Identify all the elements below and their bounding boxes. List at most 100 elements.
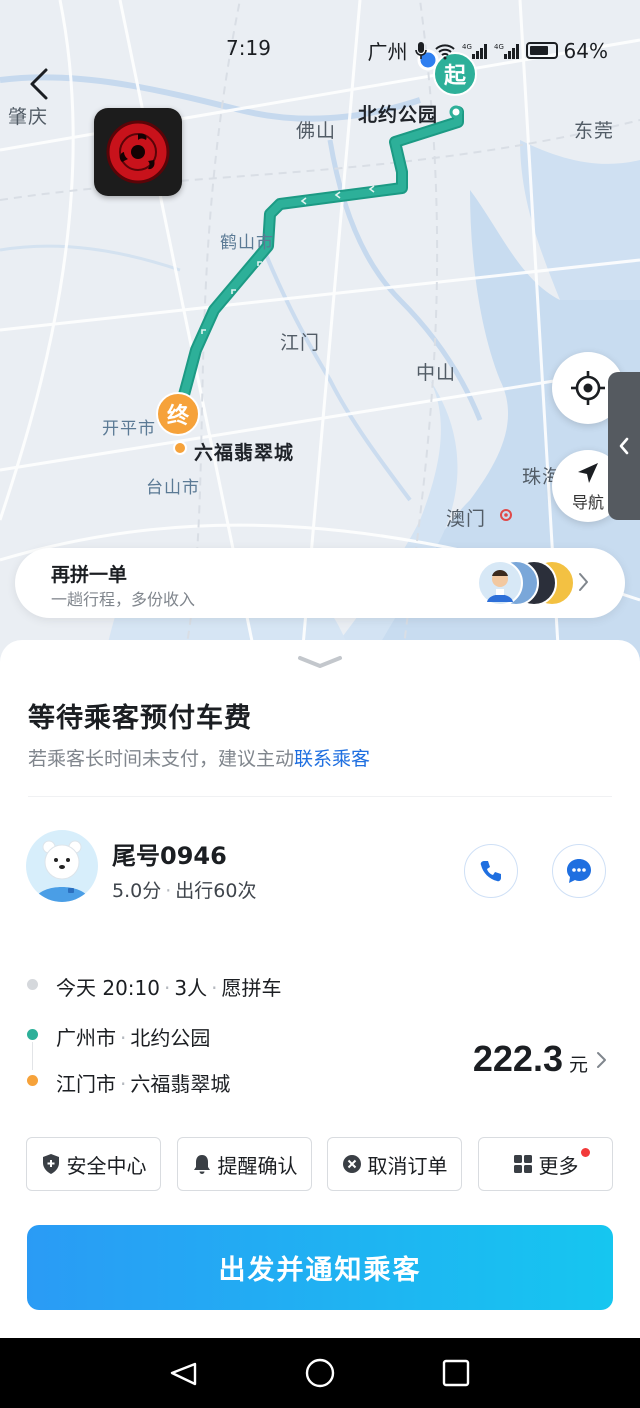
trip-mode: 愿拼车 (221, 976, 282, 1000)
passenger-meta: 5.0分 · 出行60次 (112, 876, 256, 903)
shield-icon (42, 1154, 59, 1174)
close-circle-icon (342, 1155, 361, 1173)
crosshair-icon (571, 371, 605, 405)
chat-icon (567, 859, 591, 883)
safety-center-button[interactable]: 安全中心 (26, 1137, 161, 1191)
destination-place: 六福翡翠城 (130, 1072, 231, 1096)
carpool-subtitle: 一趟行程，多份收入 (51, 590, 196, 609)
fare-price[interactable]: 222.3 元 (473, 1038, 610, 1080)
system-nav-icons (170, 1358, 470, 1388)
end-place-label: 六福翡翠城 (194, 442, 295, 464)
fare-amount: 222.3 (472, 1038, 563, 1079)
battery-level: 64% (563, 38, 608, 63)
passenger-name: 尾号0946 (112, 842, 227, 870)
carpool-title: 再拼一单 (51, 564, 128, 586)
origin-place: 北约公园 (130, 1026, 211, 1050)
status-time: 7:19 (226, 36, 271, 60)
avatar (477, 560, 523, 606)
carpool-card[interactable]: 再拼一单 一趟行程，多份收入 (15, 548, 625, 618)
end-marker-text: 终 (166, 404, 189, 429)
start-place-label: 北约公园 (358, 104, 439, 126)
destination-city: 江门市 (56, 1072, 116, 1096)
end-marker: 终 (156, 392, 200, 436)
app-logo (94, 108, 182, 196)
time-bullet (27, 979, 38, 990)
separator-dot: · (165, 880, 172, 902)
signal-icon: 4G (462, 43, 487, 59)
chevron-left-icon (619, 437, 629, 455)
bell-icon (193, 1155, 210, 1174)
more-label: 更多 (538, 1153, 579, 1178)
system-navigation-bar (0, 1338, 640, 1408)
separator-dot: · (120, 1026, 127, 1050)
carpool-avatars (477, 560, 575, 606)
driver-avatar-icon (487, 570, 513, 602)
contact-passenger-link[interactable]: 联系乘客 (294, 748, 370, 770)
bear-avatar-icon (34, 840, 90, 902)
chevron-right-icon (597, 1052, 606, 1068)
map-label-foshan: 佛山 (296, 120, 337, 142)
navigation-arrow-icon (578, 463, 598, 483)
origin-bullet (27, 1029, 38, 1040)
grid-icon (513, 1155, 532, 1173)
microphone-icon (414, 41, 427, 59)
separator-dot: · (120, 1072, 127, 1096)
remind-confirm-button[interactable]: 提醒确认 (177, 1137, 312, 1191)
destination-bullet (27, 1075, 38, 1086)
fare-unit: 元 (568, 1054, 588, 1076)
wifi-icon (434, 43, 455, 59)
back-triangle-icon[interactable] (170, 1362, 197, 1386)
passenger-trips: 出行60次 (175, 880, 257, 902)
map-label-taishan: 台山市 (146, 478, 200, 498)
passenger-rating: 5.0分 (112, 880, 162, 902)
page-title: 等待乘客预付车费 (28, 703, 252, 734)
sheet-subtitle: 若乘客长时间未支付，建议主动联系乘客 (28, 744, 370, 771)
map-label-zhaoqing: 肇庆 (8, 106, 49, 128)
separator-dot: · (211, 976, 218, 1000)
origin-row: 广州市 · 北约公园 (56, 1022, 210, 1051)
phone-icon (480, 861, 501, 882)
cancel-order-button[interactable]: 取消订单 (327, 1137, 462, 1191)
depart-notify-button[interactable]: 出发并通知乘客 (27, 1225, 613, 1310)
navigation-label: 导航 (571, 493, 604, 512)
map-label-dongguan: 东莞 (574, 120, 615, 142)
recents-square-icon[interactable] (442, 1359, 470, 1387)
origin-city: 广州市 (56, 1026, 116, 1050)
map-label-macau: 澳门 (446, 508, 487, 530)
back-button[interactable] (24, 64, 56, 104)
more-button[interactable]: 更多 (478, 1137, 613, 1191)
notification-dot (581, 1148, 590, 1157)
carrier-label: 广州 (367, 40, 408, 64)
trip-people: 3人 (174, 976, 208, 1000)
map-label-jiangmen: 江门 (280, 332, 321, 354)
divider (28, 796, 612, 797)
svg-text:4G: 4G (462, 43, 472, 51)
map-label-zhongshan: 中山 (416, 362, 457, 384)
order-bottom-sheet: 等待乘客预付车费 若乘客长时间未支付，建议主动联系乘客 尾号0946 5.0分 ·… (0, 640, 640, 1338)
status-bar: 7:19 广州 4G 4G 64% (0, 30, 640, 66)
battery-icon (525, 42, 558, 59)
message-button[interactable] (552, 844, 606, 898)
trip-time-row: 今天 20:10 · 3人 · 愿拼车 (56, 972, 281, 1001)
cancel-order-label: 取消订单 (367, 1153, 448, 1178)
svg-text:4G: 4G (494, 43, 504, 51)
chevron-left-icon (30, 68, 48, 100)
call-button[interactable] (464, 844, 518, 898)
passenger-avatar (26, 830, 98, 902)
map-label-kaiping: 开平市 (102, 419, 156, 439)
destination-row: 江门市 · 六福翡翠城 (56, 1068, 230, 1097)
sheet-subtitle-text: 若乘客长时间未支付，建议主动 (28, 748, 295, 770)
remind-confirm-label: 提醒确认 (217, 1153, 298, 1178)
chevron-right-icon (579, 573, 588, 591)
safety-center-label: 安全中心 (66, 1153, 147, 1178)
route-connector (32, 1042, 33, 1070)
trip-time: 今天 20:10 (56, 976, 160, 1000)
status-icons: 广州 4G 4G 64% (368, 36, 608, 65)
sharingan-icon (106, 120, 170, 184)
map-view[interactable]: 肇庆 佛山 东莞 鹤山市 江门 中山 开平市 台山市 珠海 澳门 北约公园 六福… (0, 0, 640, 680)
collapse-handle-icon[interactable] (296, 654, 344, 670)
home-circle-icon[interactable] (305, 1358, 335, 1388)
side-panel-tab[interactable] (608, 372, 640, 520)
signal-2-icon: 4G (494, 43, 519, 59)
separator-dot: · (164, 976, 171, 1000)
